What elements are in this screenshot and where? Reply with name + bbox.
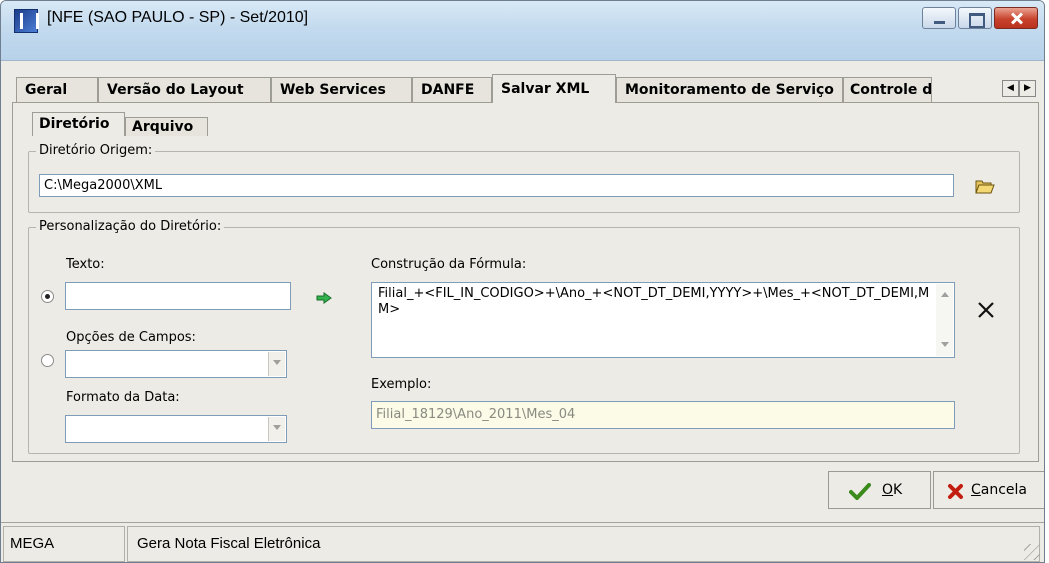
subtab-arquivo[interactable]: Arquivo (125, 117, 208, 136)
window-controls (922, 7, 1038, 29)
exemplo-label: Exemplo: (371, 377, 432, 392)
tab-controle[interactable]: Controle d (843, 77, 932, 102)
arrow-right-icon[interactable] (316, 292, 332, 304)
tab-salvar-xml[interactable]: Salvar XML (492, 74, 616, 103)
diretorio-origem-group: Diretório Origem: C:\Mega2000\XML (28, 143, 1020, 213)
cancel-x-icon (948, 484, 963, 499)
cancel-button[interactable]: Cancela (933, 471, 1044, 509)
formula-label: Construção da Fórmula: (371, 257, 527, 272)
resize-grip-icon[interactable] (1024, 544, 1040, 560)
status-panel-company: MEGA (3, 526, 125, 562)
tab-scroll-left-button[interactable]: ◀ (1002, 80, 1019, 97)
mega-logo-icon (14, 9, 39, 33)
texto-input[interactable] (65, 282, 291, 310)
minimize-button[interactable] (922, 7, 956, 29)
main-window: [NFE (SAO PAULO - SP) - Set/2010] Geral … (0, 0, 1045, 563)
chevron-down-icon (268, 417, 285, 441)
maximize-button[interactable] (958, 7, 992, 29)
diretorio-origem-input[interactable]: C:\Mega2000\XML (39, 174, 954, 197)
tab-versao-layout[interactable]: Versão do Layout (98, 77, 271, 102)
formato-data-select[interactable] (65, 415, 287, 443)
chevron-down-icon (268, 352, 285, 376)
opcoes-campos-select[interactable] (65, 350, 287, 378)
close-button[interactable] (994, 7, 1038, 29)
ok-button[interactable]: OK (828, 471, 931, 509)
folder-open-icon[interactable] (975, 179, 995, 194)
cancel-label: Cancela (971, 482, 1028, 498)
check-icon (849, 483, 871, 500)
title-bar[interactable]: [NFE (SAO PAULO - SP) - Set/2010] (1, 1, 1044, 61)
salvar-xml-page: Diretório Arquivo Diretório Origem: C:\M… (12, 102, 1039, 462)
window-title: [NFE (SAO PAULO - SP) - Set/2010] (47, 9, 309, 26)
tab-scroller: ◀ ▶ (1002, 80, 1036, 97)
tab-geral[interactable]: Geral (16, 77, 98, 102)
tab-web-services[interactable]: Web Services (271, 77, 412, 102)
main-tabs: Geral Versão do Layout Web Services DANF… (16, 74, 1044, 103)
formato-data-label: Formato da Data: (66, 390, 180, 405)
group-legend: Personalização do Diretório: (36, 219, 225, 234)
ok-label: OK (882, 482, 903, 498)
formula-textarea[interactable]: Filial_+<FIL_IN_CODIGO>+\Ano_+<NOT_DT_DE… (371, 282, 955, 358)
opcoes-campos-label: Opções de Campos: (66, 330, 196, 345)
tab-monitoramento[interactable]: Monitoramento de Serviço (616, 77, 843, 102)
group-legend: Diretório Origem: (36, 143, 156, 158)
clear-x-icon[interactable] (977, 301, 995, 319)
texto-label: Texto: (66, 257, 105, 272)
subtab-diretorio[interactable]: Diretório (32, 112, 125, 136)
tab-danfe[interactable]: DANFE (412, 77, 492, 102)
opcoes-campos-radio[interactable] (41, 354, 54, 367)
status-panel-description: Gera Nota Fiscal Eletrônica (127, 526, 1040, 562)
status-bar: MEGA Gera Nota Fiscal Eletrônica (1, 522, 1044, 562)
formula-text: Filial_+<FIL_IN_CODIGO>+\Ano_+<NOT_DT_DE… (378, 286, 930, 317)
texto-radio[interactable] (41, 290, 54, 303)
exemplo-output: Filial_18129\Ano_2011\Mes_04 (371, 401, 955, 429)
formula-scrollbar[interactable] (936, 284, 953, 356)
personalizacao-group: Personalização do Diretório: Texto: Opçõ… (28, 219, 1020, 454)
tab-scroll-right-button[interactable]: ▶ (1019, 80, 1036, 97)
